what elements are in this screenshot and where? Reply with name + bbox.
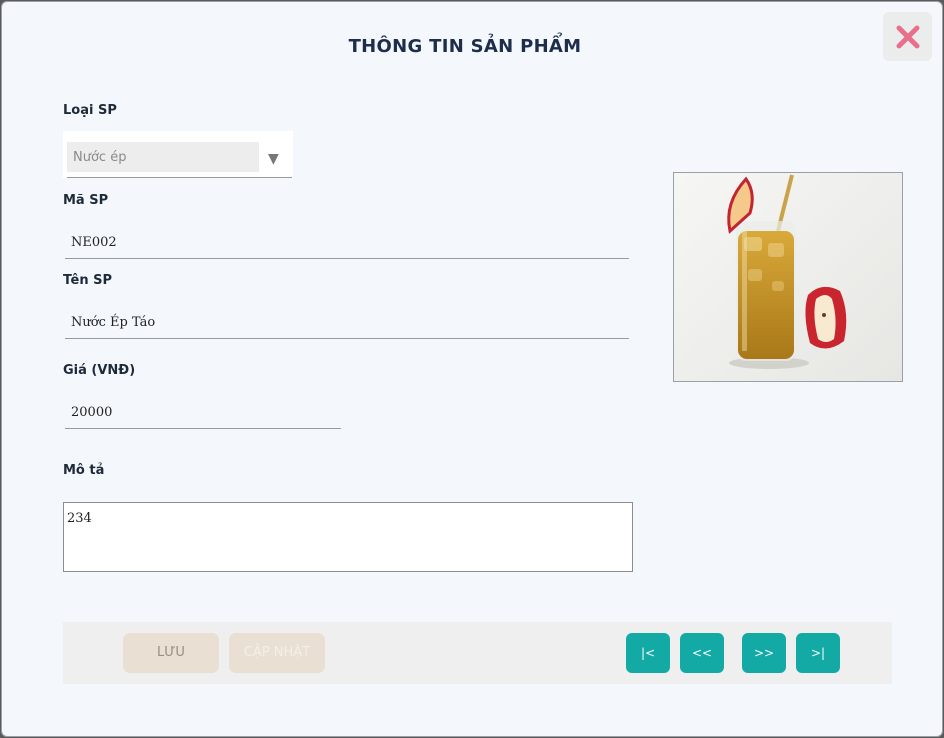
- action-toolbar: LƯU CẬP NHẬT |< << >> >|: [63, 622, 892, 684]
- description-value: 234: [67, 511, 92, 526]
- code-value: NE002: [71, 235, 117, 250]
- price-field[interactable]: 20000: [65, 398, 341, 429]
- close-button[interactable]: [883, 12, 932, 61]
- name-value: Nước Ép Táo: [71, 315, 156, 330]
- apple-juice-illustration: [674, 173, 902, 381]
- last-record-button[interactable]: >|: [796, 633, 840, 673]
- category-selected-value: Nước ép: [73, 150, 127, 165]
- name-label: Tên SP: [63, 273, 113, 288]
- code-field[interactable]: NE002: [65, 228, 629, 259]
- name-field[interactable]: Nước Ép Táo: [65, 308, 629, 339]
- price-label: Giá (VNĐ): [63, 363, 136, 378]
- category-label: Loại SP: [63, 103, 117, 118]
- previous-record-button[interactable]: <<: [680, 633, 724, 673]
- product-info-dialog: THÔNG TIN SẢN PHẨM Loại SP Nước ép ▼ Mã …: [1, 1, 943, 737]
- chevron-down-icon[interactable]: ▼: [268, 151, 279, 167]
- description-label: Mô tả: [63, 463, 105, 478]
- price-value: 20000: [71, 405, 113, 420]
- update-button[interactable]: CẬP NHẬT: [229, 633, 325, 673]
- first-record-button[interactable]: |<: [626, 633, 670, 673]
- close-x-icon: [896, 25, 920, 49]
- category-underline: [67, 177, 292, 178]
- code-label: Mã SP: [63, 193, 109, 208]
- save-button[interactable]: LƯU: [123, 633, 219, 673]
- dialog-title: THÔNG TIN SẢN PHẨM: [348, 36, 582, 57]
- category-combobox-field[interactable]: Nước ép: [67, 142, 259, 172]
- product-image: [673, 172, 903, 382]
- description-textarea[interactable]: 234: [63, 502, 633, 572]
- next-record-button[interactable]: >>: [742, 633, 786, 673]
- category-combobox[interactable]: Nước ép ▼: [63, 131, 293, 178]
